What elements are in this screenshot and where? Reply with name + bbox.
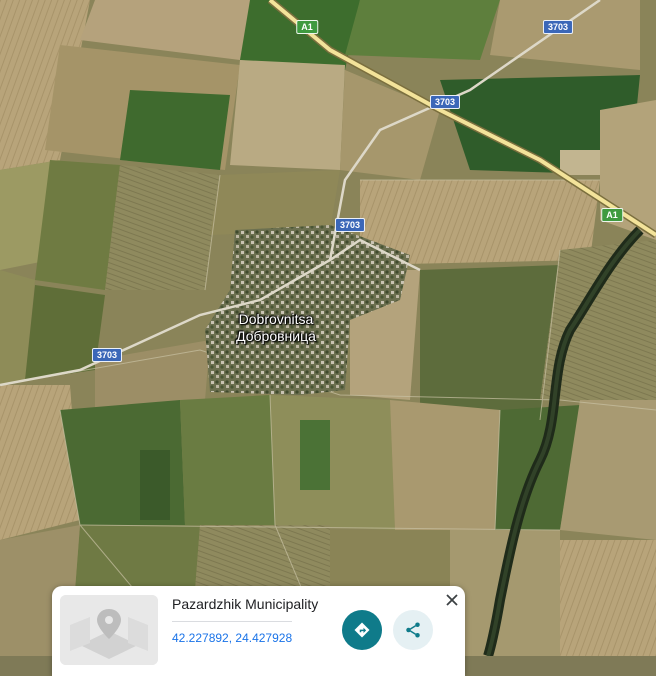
- satellite-map[interactable]: [0, 0, 656, 656]
- close-button[interactable]: [442, 590, 462, 610]
- divider: [172, 621, 292, 622]
- street-view-placeholder-icon: [60, 595, 158, 665]
- street-view-thumbnail[interactable]: [60, 595, 158, 665]
- directions-button[interactable]: [342, 610, 382, 650]
- coordinates-link[interactable]: 42.227892, 24.427928: [172, 631, 292, 645]
- share-button[interactable]: [393, 610, 433, 650]
- place-title: Pazardzhik Municipality: [172, 596, 319, 612]
- close-icon: [446, 594, 458, 606]
- place-label-latin: Dobrovnitsa: [238, 311, 314, 327]
- road-shield-3703: 3703: [334, 218, 366, 232]
- road-shield-3703: 3703: [429, 95, 461, 109]
- share-icon: [406, 622, 420, 638]
- road-shield-a1: A1: [296, 20, 318, 34]
- road-shield-a1: A1: [601, 208, 623, 222]
- road-shield-3703: 3703: [542, 20, 574, 34]
- place-info-card[interactable]: Pazardzhik Municipality 42.227892, 24.42…: [52, 586, 465, 676]
- place-label-cyrillic: Добровница: [236, 328, 316, 344]
- road-shield-3703: 3703: [91, 348, 123, 362]
- directions-icon: [354, 622, 370, 638]
- place-label[interactable]: Dobrovnitsa Добровница: [236, 311, 316, 345]
